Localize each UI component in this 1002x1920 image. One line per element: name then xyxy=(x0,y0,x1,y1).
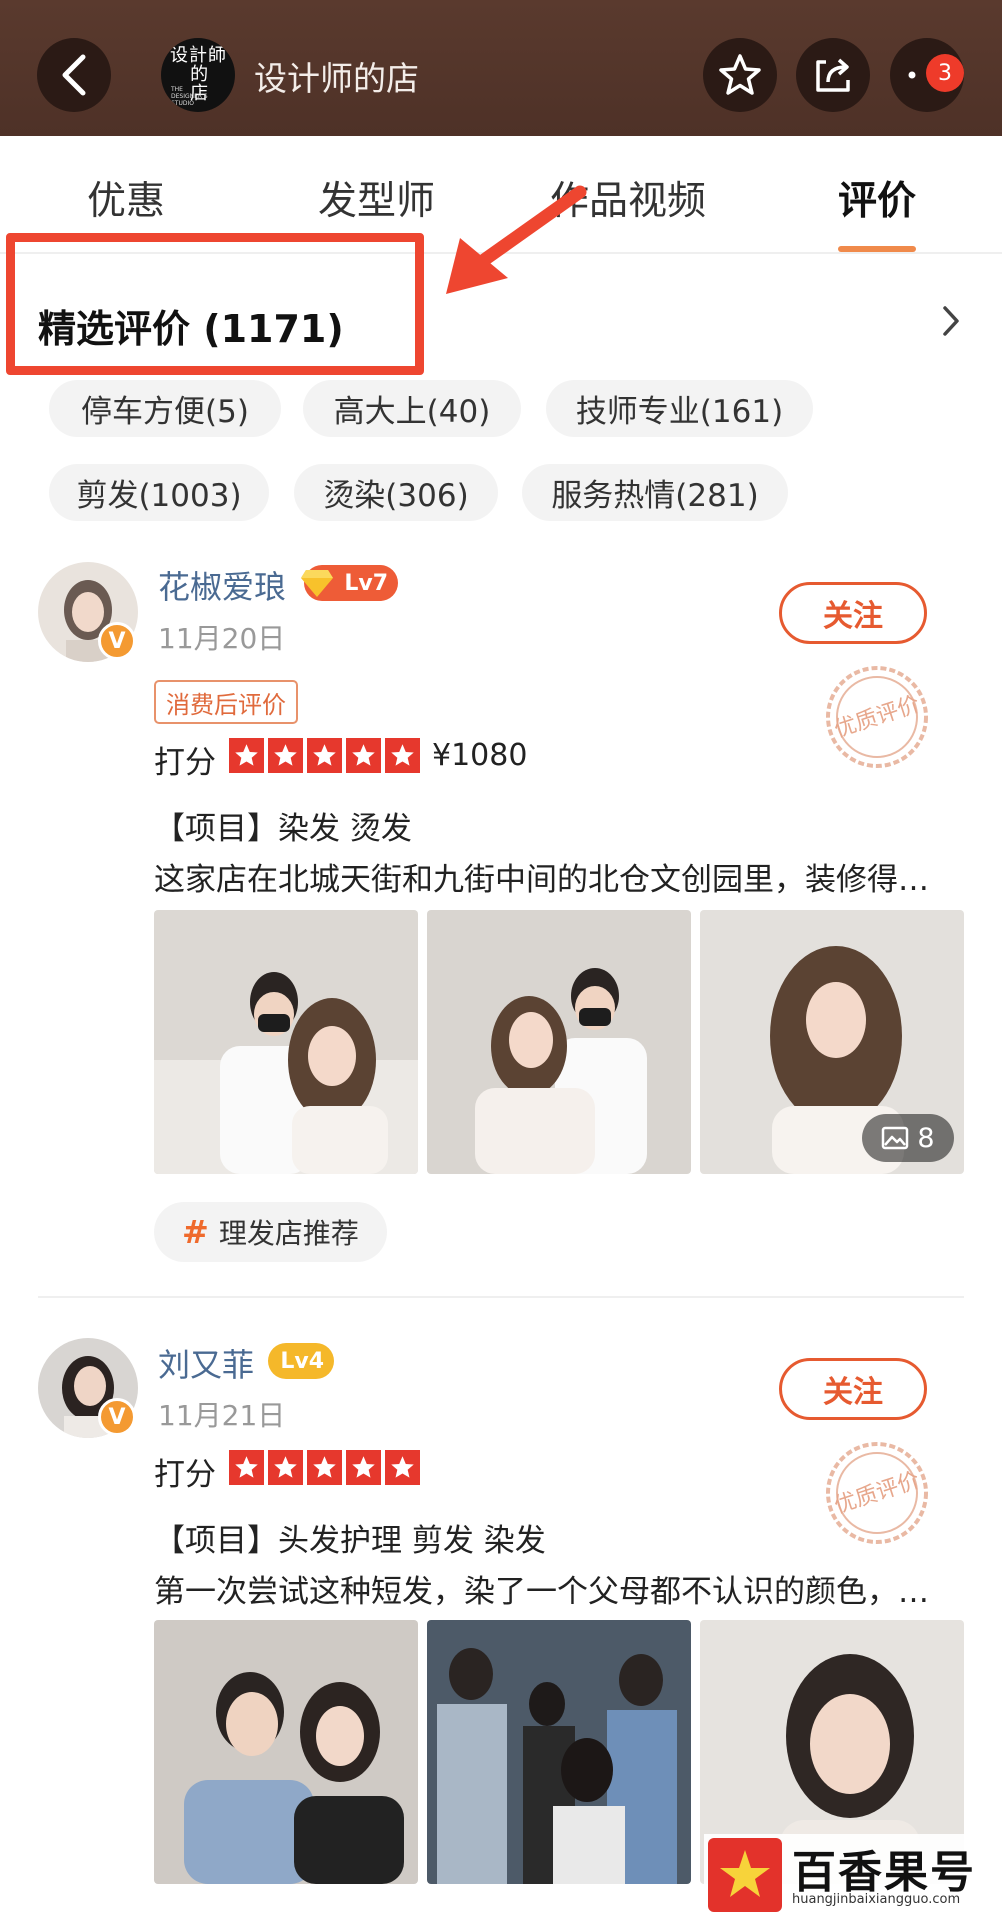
annotation-arrow-icon xyxy=(446,185,587,294)
tab-reviews[interactable]: 评价 xyxy=(838,170,916,226)
review-photo[interactable] xyxy=(427,1620,691,1884)
back-arrow-icon xyxy=(62,54,86,96)
tag-filter[interactable]: 停车方便(5) xyxy=(49,380,281,437)
star-icon xyxy=(385,738,420,773)
svg-text:优质评价: 优质评价 xyxy=(831,1468,922,1519)
star-icon xyxy=(385,1450,420,1485)
shop-name: 设计师的店 xyxy=(254,59,419,98)
watermark-name: 百香果号 xyxy=(792,1847,976,1898)
star-outline-icon xyxy=(719,54,761,95)
hashtag-chip[interactable]: # 理发店推荐 xyxy=(154,1202,387,1262)
chevron-right-icon[interactable] xyxy=(940,304,962,338)
verified-badge: V xyxy=(98,622,136,660)
image-icon xyxy=(882,1126,909,1150)
more-dots-icon xyxy=(908,71,916,79)
shop-logo: 设計師 的 店 THE DESIGNER'S STUDIO xyxy=(161,38,235,112)
star-icon xyxy=(268,738,303,773)
star-icon xyxy=(346,738,381,773)
hashtag-icon: # xyxy=(182,1213,209,1251)
quality-review-stamp-icon: 优质评价 xyxy=(826,1442,928,1544)
tag-filter[interactable]: 剪发(1003) xyxy=(49,464,269,521)
review-text[interactable]: 这家店在北城天街和九街中间的北仓文创园里，装修得… xyxy=(154,854,929,899)
review-project: 【项目】染发 烫发 xyxy=(154,811,412,847)
follow-button[interactable]: 关注 xyxy=(779,582,927,644)
star-icon xyxy=(268,1450,303,1485)
tag-filter[interactable]: 高大上(40) xyxy=(303,380,521,437)
tag-filter[interactable]: 烫染(306) xyxy=(294,464,498,521)
share-button[interactable] xyxy=(796,38,870,112)
score-label: 打分 xyxy=(154,745,216,781)
review-project: 【项目】头发护理 剪发 染发 xyxy=(154,1523,546,1559)
watermark-logo-icon xyxy=(708,1838,782,1912)
star-icon xyxy=(229,1450,264,1485)
star-rating xyxy=(229,738,420,773)
review-photo[interactable] xyxy=(154,1620,418,1884)
favorite-button[interactable] xyxy=(703,38,777,112)
diamond-icon xyxy=(301,570,333,597)
review-photo[interactable] xyxy=(427,910,691,1174)
verified-badge: V xyxy=(98,1398,136,1436)
site-watermark: 百香果号 huangjinbaixiangguo.com xyxy=(704,1834,998,1916)
tag-filter[interactable]: 服务热情(281) xyxy=(522,464,788,521)
quality-review-stamp-icon: 优质评价 xyxy=(826,666,928,768)
star-icon xyxy=(307,738,342,773)
username[interactable]: 刘又菲 xyxy=(158,1340,254,1386)
level-badge: Lv7 xyxy=(301,565,398,601)
watermark-url: huangjinbaixiangguo.com xyxy=(792,1892,961,1907)
follow-button[interactable]: 关注 xyxy=(779,1358,927,1420)
consumed-review-tag: 消费后评价 xyxy=(154,680,298,724)
review-text[interactable]: 第一次尝试这种短发，染了一个父母都不认识的颜色，… xyxy=(154,1566,929,1611)
back-button[interactable] xyxy=(37,38,111,112)
star-icon xyxy=(229,738,264,773)
active-tab-indicator xyxy=(838,246,916,252)
review-date: 11月21日 xyxy=(158,1399,286,1432)
share-icon xyxy=(816,58,850,92)
star-icon xyxy=(346,1450,381,1485)
price: ¥1080 xyxy=(432,738,528,773)
annotation-highlight-box xyxy=(6,233,424,375)
username[interactable]: 花椒爱琅 xyxy=(158,562,286,608)
svg-text:优质评价: 优质评价 xyxy=(831,692,922,743)
level-badge: Lv4 xyxy=(268,1343,334,1379)
review-divider xyxy=(38,1296,964,1298)
photo-count-badge[interactable]: 8 xyxy=(862,1114,954,1162)
tab-stylists[interactable]: 发型师 xyxy=(318,170,435,226)
review-photo[interactable] xyxy=(154,910,418,1174)
score-label: 打分 xyxy=(154,1457,216,1493)
review-date: 11月20日 xyxy=(158,622,286,655)
star-icon xyxy=(307,1450,342,1485)
notification-badge: 3 xyxy=(926,54,964,92)
tab-discounts[interactable]: 优惠 xyxy=(87,170,165,226)
top-bar: 设計師 的 店 THE DESIGNER'S STUDIO 设计师的店 3 xyxy=(0,0,1002,136)
tag-filter[interactable]: 技师专业(161) xyxy=(546,380,813,437)
star-rating xyxy=(229,1450,420,1485)
